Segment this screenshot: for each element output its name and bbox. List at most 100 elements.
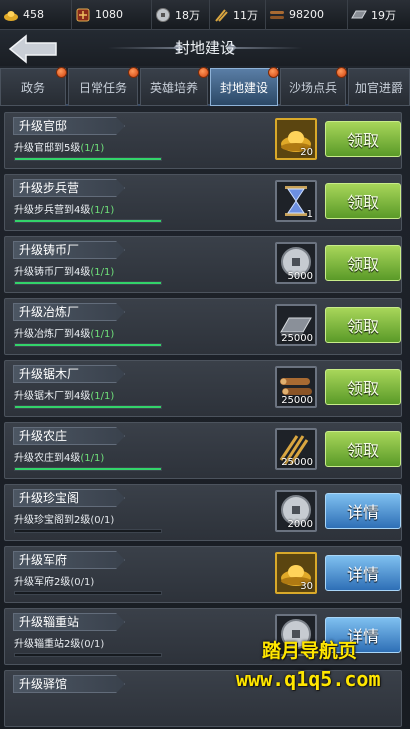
task-progress-bar xyxy=(14,405,162,409)
watermark-url: www.q1q5.com xyxy=(236,667,381,691)
notification-dot xyxy=(128,67,139,78)
resource-grain[interactable]: 11万 xyxy=(210,0,266,30)
task-title: 升级珍宝阁 xyxy=(13,489,125,507)
task-description: 升级农庄到4级(1/1) xyxy=(14,449,104,464)
notification-dot xyxy=(268,67,279,78)
resource-medal[interactable]: 1080 xyxy=(72,0,152,30)
resource-yuanbao[interactable]: 458 xyxy=(0,0,72,30)
claim-button[interactable]: 领取 xyxy=(325,369,401,405)
reward-item[interactable]: 25000 xyxy=(275,428,317,470)
resource-value: 98200 xyxy=(289,8,324,21)
reward-quantity: 25000 xyxy=(281,333,313,344)
task-progress-bar xyxy=(14,343,162,347)
task-description: 升级铸币厂到4级(1/1) xyxy=(14,263,114,278)
progress-fill xyxy=(15,220,161,222)
task-progress: (1/1) xyxy=(80,453,105,464)
task-card: 升级官邸升级官邸到5级(1/1) 20 领取 xyxy=(4,112,402,169)
notification-dot xyxy=(198,67,209,78)
task-requirement: 升级锯木厂到4级 xyxy=(14,391,91,402)
tab-label: 政务 xyxy=(20,80,45,95)
reward-quantity: 5000 xyxy=(287,271,313,282)
reward-item[interactable]: 25000 xyxy=(275,304,317,346)
iron-icon xyxy=(351,10,367,18)
task-requirement: 升级农庄到4级 xyxy=(14,453,81,464)
task-title: 升级锯木厂 xyxy=(13,365,125,383)
task-progress-bar xyxy=(14,529,162,533)
reward-item[interactable]: 20 xyxy=(275,118,317,160)
tab-battlefield[interactable]: 沙场点兵 xyxy=(280,67,347,106)
tab-promotion[interactable]: 加官进爵 xyxy=(348,68,410,106)
task-progress: (1/1) xyxy=(90,329,115,340)
medal-icon xyxy=(76,8,90,21)
task-requirement: 升级步兵营到4级 xyxy=(14,205,91,216)
reward-quantity: 20 xyxy=(300,147,313,158)
tab-label: 加官进爵 xyxy=(354,80,403,95)
tab-label: 英雄培养 xyxy=(149,80,198,95)
claim-button[interactable]: 领取 xyxy=(325,183,401,219)
tab-label: 封地建设 xyxy=(219,80,268,95)
task-description: 升级珍宝阁到2级(0/1) xyxy=(14,511,114,526)
tab-hero-training[interactable]: 英雄培养 xyxy=(140,67,209,106)
task-description: 升级锯木厂到4级(1/1) xyxy=(14,387,114,402)
task-requirement: 升级珍宝阁到2级 xyxy=(14,515,91,526)
reward-quantity: 25000 xyxy=(281,457,313,468)
task-description: 升级军府2级(0/1) xyxy=(14,573,94,588)
task-title: 升级驿馆 xyxy=(13,675,125,693)
resource-value: 19万 xyxy=(371,8,396,22)
reward-item[interactable]: 5000 xyxy=(275,242,317,284)
tab-daily-tasks[interactable]: 日常任务 xyxy=(68,67,139,106)
reward-item[interactable]: 2000 xyxy=(275,490,317,532)
task-requirement: 升级军府2级 xyxy=(14,577,71,588)
back-arrow-icon[interactable] xyxy=(6,33,60,65)
task-progress-bar xyxy=(14,653,162,657)
task-card: 升级农庄 升级农庄到4级(1/1) 25000 领取 xyxy=(4,422,402,479)
task-progress-bar xyxy=(14,219,162,223)
grain-icon xyxy=(215,8,228,22)
coin-icon xyxy=(156,7,170,22)
task-title: 升级步兵营 xyxy=(13,179,125,197)
task-title: 升级冶炼厂 xyxy=(13,303,125,321)
task-progress-bar xyxy=(14,467,162,471)
task-description: 升级冶炼厂到4级(1/1) xyxy=(14,325,114,340)
resource-wood[interactable]: 98200 xyxy=(266,0,348,30)
watermark-title: 踏月导航页 xyxy=(262,640,358,662)
reward-quantity: 2000 xyxy=(287,519,313,530)
progress-fill xyxy=(15,158,161,160)
details-button[interactable]: 详情 xyxy=(325,493,401,529)
notification-dot xyxy=(56,67,67,78)
reward-item[interactable]: 25000 xyxy=(275,366,317,408)
wood-icon xyxy=(270,10,284,19)
task-progress: (1/1) xyxy=(80,143,105,154)
notification-dot xyxy=(336,67,347,78)
page-header: 封地建设 xyxy=(0,30,410,66)
resource-coin[interactable]: 18万 xyxy=(152,0,210,30)
resource-value: 1080 xyxy=(95,8,123,21)
task-description: 升级步兵营到4级(1/1) xyxy=(14,201,114,216)
reward-quantity: 30 xyxy=(300,581,313,592)
task-progress: (0/1) xyxy=(90,515,115,526)
tab-label: 沙场点兵 xyxy=(288,80,337,95)
reward-item[interactable]: 1 xyxy=(275,180,317,222)
task-requirement: 升级官邸到5级 xyxy=(14,143,81,154)
tab-government[interactable]: 政务 xyxy=(0,67,67,106)
task-card: 升级步兵营升级步兵营到4级(1/1) 1 领取 xyxy=(4,174,402,231)
claim-button[interactable]: 领取 xyxy=(325,431,401,467)
resource-value: 18万 xyxy=(175,8,200,22)
details-button[interactable]: 详情 xyxy=(325,555,401,591)
claim-button[interactable]: 领取 xyxy=(325,245,401,281)
reward-quantity: 25000 xyxy=(281,395,313,406)
app-window: 458 1080 18万 11万 98200 19万 封地建设 政务 日常任务 … xyxy=(0,0,410,729)
reward-quantity: 1 xyxy=(306,209,313,220)
task-title: 升级官邸 xyxy=(13,117,125,135)
task-card: 升级军府 升级军府2级(0/1) 30 详情 xyxy=(4,546,402,603)
reward-item[interactable]: 30 xyxy=(275,552,317,594)
claim-button[interactable]: 领取 xyxy=(325,121,401,157)
resource-iron[interactable]: 19万 xyxy=(348,0,410,30)
task-description: 升级官邸到5级(1/1) xyxy=(14,139,104,154)
claim-button[interactable]: 领取 xyxy=(325,307,401,343)
task-progress-bar xyxy=(14,157,162,161)
tab-fief-building[interactable]: 封地建设 xyxy=(210,67,279,106)
task-requirement: 升级冶炼厂到4级 xyxy=(14,329,91,340)
task-requirement: 升级辎重站2级 xyxy=(14,639,81,650)
task-progress: (1/1) xyxy=(90,205,115,216)
